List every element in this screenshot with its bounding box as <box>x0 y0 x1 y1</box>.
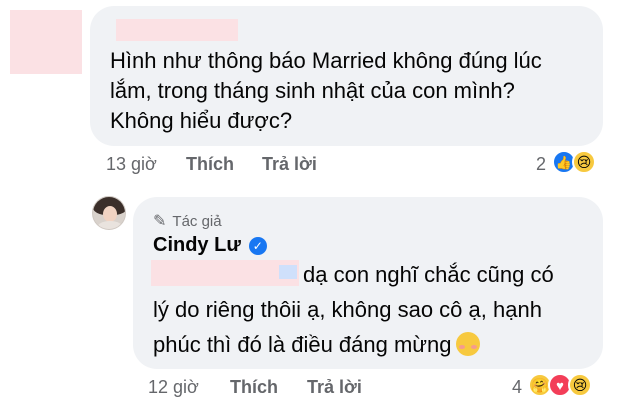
comment-2-line: phúc thì đó là điều đáng mừng <box>153 327 593 362</box>
comment-1-line: lắm, trong tháng sinh nhật của con mình? <box>110 78 515 103</box>
comment-1-line: Hình như thông báo Married không đúng lú… <box>110 48 542 73</box>
author-badge: ✎ Tác giả <box>153 211 222 231</box>
timestamp[interactable]: 12 giờ <box>148 377 199 398</box>
author-name-label[interactable]: Cindy Lư <box>153 234 241 257</box>
reaction-count[interactable]: 4 <box>512 377 522 398</box>
author-name[interactable]: Cindy Lư ✓ <box>153 234 267 257</box>
author-badge-label: Tác giả <box>172 212 222 230</box>
verified-icon: ✓ <box>248 236 267 255</box>
comment-bubble-2: ✎ Tác giả Cindy Lư ✓ dạ con nghĩ chắc cũ… <box>133 197 603 369</box>
comment-2-line-text: phúc thì đó là điều đáng mừng <box>153 332 452 357</box>
like-link[interactable]: Thích <box>230 377 278 398</box>
sad-icon[interactable]: 😢 <box>572 150 596 174</box>
pencil-icon: ✎ <box>153 213 167 230</box>
commenter-name-blurred[interactable] <box>116 19 238 41</box>
smiling-blush-emoji-icon <box>455 332 480 356</box>
comment-2-line: lý do riêng thôii ạ, không sao cô ạ, hạn… <box>153 297 542 322</box>
timestamp[interactable]: 13 giờ <box>106 154 157 175</box>
like-link[interactable]: Thích <box>186 154 234 175</box>
reaction-count[interactable]: 2 <box>536 154 546 175</box>
commenter-avatar-blurred[interactable] <box>10 10 82 74</box>
comment-1-line: Không hiểu được? <box>110 108 293 133</box>
comment-bubble-1: Hình như thông báo Married không đúng lú… <box>90 6 603 146</box>
comment-2-text: dạ con nghĩ chắc cũng có lý do riêng thô… <box>153 257 593 362</box>
comment-2-line: dạ con nghĩ chắc cũng có <box>303 262 554 287</box>
comment-1-text: Hình như thông báo Married không đúng lú… <box>110 46 590 136</box>
reply-link[interactable]: Trả lời <box>307 377 362 398</box>
author-avatar[interactable] <box>92 196 126 230</box>
reply-link[interactable]: Trả lời <box>262 154 317 175</box>
sad-icon[interactable]: 😢 <box>568 373 592 397</box>
